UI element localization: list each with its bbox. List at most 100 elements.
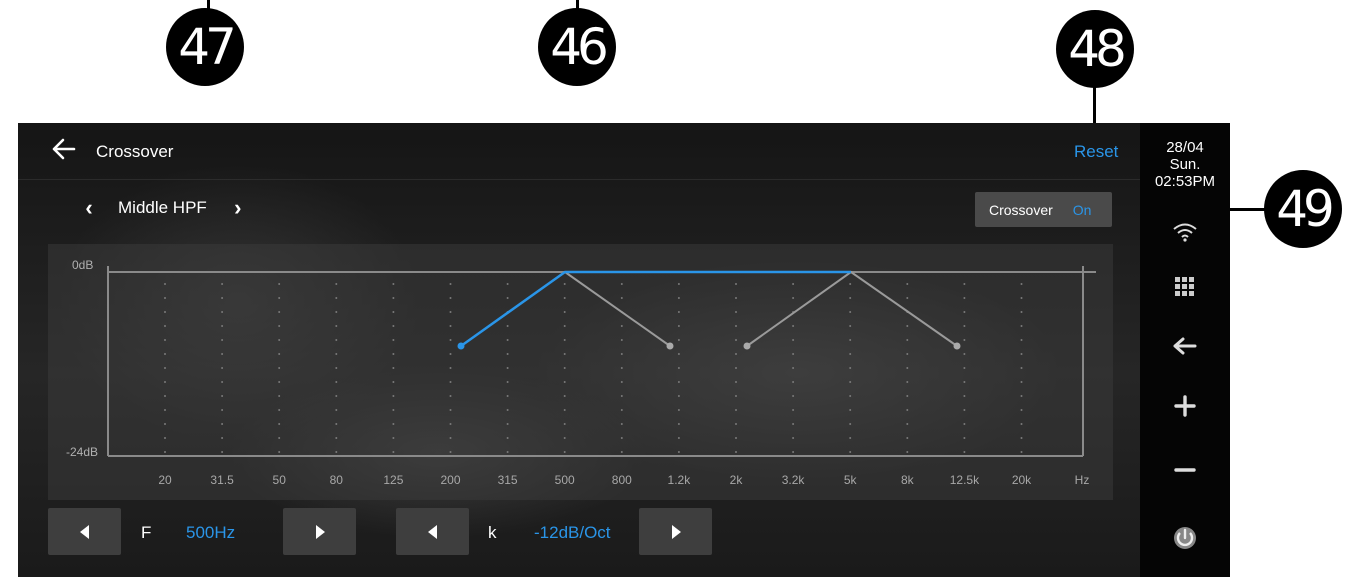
slope-increase-button[interactable] [639,508,712,555]
grid-dot [735,367,737,369]
grid-dot [449,451,452,453]
crossover-toggle[interactable]: Crossover On [975,192,1112,227]
grid-dot [563,325,566,327]
frequency-increase-button[interactable] [283,508,356,555]
grid-dot [792,283,795,285]
grid-dot [563,353,566,355]
grid-dot [506,437,509,439]
grid-dot [963,395,966,397]
graph-grid [164,283,1023,453]
callout-47: 47 [166,8,244,86]
return-icon[interactable] [1170,331,1200,361]
grid-dot [849,283,852,285]
grid-dot [506,381,509,383]
grid-dot [563,297,566,299]
grid-dot [335,381,338,383]
grid-dot [392,437,395,439]
grid-dot [449,423,452,425]
grid-dot [278,395,281,397]
inactive-curve-handle-1 [666,342,674,350]
grid-dot [620,409,623,411]
grid-dot [963,311,966,313]
grid-dot [677,353,680,355]
grid-dot [563,311,566,313]
grid-dot [221,395,224,397]
frequency-decrease-button[interactable] [48,508,121,555]
crossover-toggle-label: Crossover [989,201,1053,218]
grid-dot [906,353,909,355]
grid-dot [449,395,452,397]
grid-dot [620,451,623,453]
grid-dot [620,283,623,285]
x-axis-label: 80 [330,473,344,487]
reset-button[interactable]: Reset [1074,142,1118,162]
grid-dot [335,311,338,313]
grid-dot [1020,409,1023,411]
grid-dot [335,297,338,299]
inactive-curve-handle-2 [743,342,751,350]
grid-dot [620,325,623,327]
inactive-curve-right [746,270,958,347]
back-arrow-icon[interactable] [50,135,78,163]
grid-dot [849,423,852,425]
grid-dot [677,339,680,341]
grid-dot [792,395,795,397]
x-axis-label: 5k [844,473,858,487]
x-axis-label: 50 [273,473,287,487]
grid-dot [735,451,737,453]
slope-label: k [488,523,497,542]
x-axis-label: 12.5k [950,473,980,487]
grid-dot [278,297,281,299]
grid-dot [735,353,737,355]
callout-46: 46 [538,8,616,86]
grid-dot [164,437,166,439]
grid-dot [620,367,623,369]
grid-dot [278,353,281,355]
grid-dot [677,367,680,369]
active-curve-handle[interactable] [457,342,465,350]
grid-dot [677,423,680,425]
frequency-label: F [141,523,152,542]
slope-decrease-button[interactable] [396,508,469,555]
grid-dot [221,353,224,355]
x-axis-label: 315 [498,473,518,487]
grid-dot [335,451,338,453]
grid-dot [906,437,909,439]
wifi-icon[interactable] [1170,217,1200,247]
triangle-left-icon [79,524,89,539]
crossover-toggle-state: On [1072,201,1092,218]
grid-dot [1020,367,1023,369]
grid-dot [221,311,224,313]
grid-dot [1020,311,1023,313]
grid-dot [677,395,680,397]
grid-dot [906,451,909,453]
grid-dot [563,423,566,425]
apps-grid-icon[interactable] [1170,271,1200,301]
grid-dot [1020,423,1023,425]
volume-up-icon[interactable] [1170,391,1200,421]
grid-dot [164,283,166,285]
grid-dot [792,297,795,299]
chevron-left-icon[interactable]: ‹ [78,195,100,221]
grid-dot [221,423,224,425]
grid-dot [449,297,452,299]
grid-dot [449,283,452,285]
grid-dot [1020,437,1023,439]
grid-dot [164,339,166,341]
grid-dot [164,409,166,411]
grid-dot [221,325,224,327]
chevron-right-icon[interactable]: › [227,195,249,221]
power-icon[interactable] [1170,523,1200,553]
x-axis-label: 2k [730,473,744,487]
x-axis-label: 200 [440,473,460,487]
volume-down-icon[interactable] [1170,455,1200,485]
grid-dot [449,381,452,383]
callout-48: 48 [1056,10,1134,88]
grid-dot [906,297,909,299]
grid-dot [677,311,680,313]
grid-dot [278,367,281,369]
grid-dot [620,353,623,355]
grid-dot [449,353,452,355]
grid-dot [221,283,224,285]
grid-dot [221,381,224,383]
